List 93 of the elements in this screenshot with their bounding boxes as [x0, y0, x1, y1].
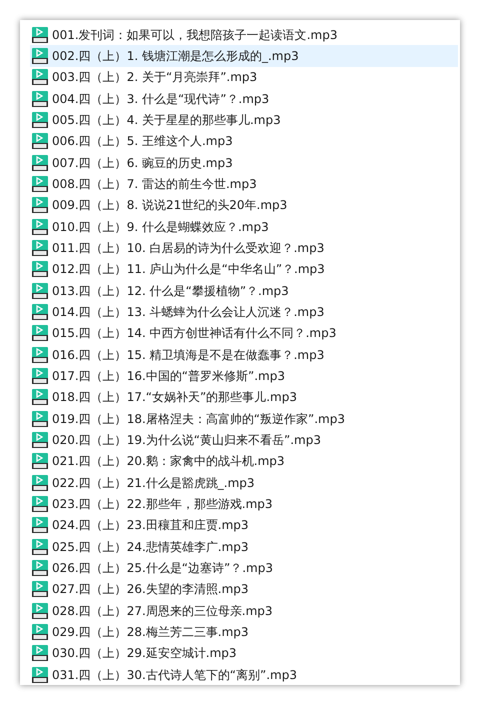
file-row[interactable]: 023.四（上）22.那些年，那些游戏.mp3 [30, 493, 458, 515]
file-name: 003.四（上）2. 关于“月亮崇拜”.mp3 [52, 71, 258, 84]
audio-file-icon [32, 560, 48, 576]
file-name: 021.四（上）20.鹅：家禽中的战斗机.mp3 [52, 455, 285, 468]
file-row[interactable]: 013.四（上）12. 什么是“攀援植物”？.mp3 [30, 280, 458, 302]
file-name: 007.四（上）6. 豌豆的历史.mp3 [52, 156, 233, 169]
file-row[interactable]: 022.四（上）21.什么是豁虎跳_.mp3 [30, 472, 458, 494]
audio-file-icon [32, 453, 48, 470]
file-row[interactable]: 016.四（上）15. 精卫填海是不是在做蠢事？.mp3 [30, 344, 458, 366]
file-name: 008.四（上）7. 雷达的前生今世.mp3 [52, 178, 257, 190]
audio-file-icon [32, 410, 48, 427]
file-name: 005.四（上）4. 关于星星的那些事儿.mp3 [52, 114, 281, 126]
audio-file-icon [32, 133, 48, 150]
audio-file-icon [32, 90, 48, 107]
file-name: 001.发刊词：如果可以，我想陪孩子一起读语文.mp3 [52, 28, 338, 41]
audio-file-icon [32, 282, 48, 299]
file-name: 031.四（上）30.古代诗人笔下的“离别”.mp3 [52, 668, 297, 680]
audio-file-icon [32, 645, 48, 662]
audio-file-icon [32, 69, 48, 86]
file-row[interactable]: 007.四（上）6. 豌豆的历史.mp3 [30, 152, 458, 174]
audio-file-icon [32, 304, 48, 320]
audio-file-icon [32, 154, 48, 171]
file-name: 016.四（上）15. 精卫填海是不是在做蠢事？.mp3 [52, 348, 324, 361]
file-name: 026.四（上）25.什么是“边塞诗”？.mp3 [52, 562, 273, 574]
file-row[interactable]: 005.四（上）4. 关于星星的那些事儿.mp3 [30, 109, 458, 131]
audio-file-icon [32, 26, 48, 43]
file-row[interactable]: 004.四（上）3. 什么是“现代诗”？.mp3 [30, 88, 458, 110]
file-row[interactable]: 006.四（上）5. 王维这个人.mp3 [30, 130, 458, 152]
file-row[interactable]: 024.四（上）23.田穰苴和庄贾.mp3 [30, 514, 458, 536]
file-row[interactable]: 020.四（上）19.为什么说“黄山归来不看岳”.mp3 [30, 429, 458, 451]
file-name: 017.四（上）16.中国的“普罗米修斯”.mp3 [52, 370, 285, 382]
file-name: 009.四（上）8. 说说21世纪的头20年.mp3 [52, 199, 288, 212]
file-row[interactable]: 029.四（上）28.梅兰芳二三事.mp3 [30, 621, 458, 643]
file-name: 027.四（上）26.失望的李清照.mp3 [52, 583, 249, 596]
audio-file-icon [32, 48, 48, 64]
file-name: 014.四（上）13. 斗蟋蟀为什么会让人沉迷？.mp3 [52, 306, 324, 318]
audio-file-icon [32, 112, 48, 128]
file-name: 004.四（上）3. 什么是“现代诗”？.mp3 [52, 92, 270, 105]
file-row[interactable]: 025.四（上）24.悲情英雄李广.mp3 [30, 536, 458, 558]
file-name: 011.四（上）10. 白居易的诗为什么受欢迎？.mp3 [52, 242, 324, 254]
file-name: 010.四（上）9. 什么是蝴蝶效应？.mp3 [52, 220, 269, 233]
file-row[interactable]: 001.发刊词：如果可以，我想陪孩子一起读语文.mp3 [30, 24, 458, 46]
file-row[interactable]: 031.四（上）30.古代诗人笔下的“离别”.mp3 [30, 664, 458, 686]
audio-file-icon [32, 240, 48, 256]
audio-file-icon [32, 538, 48, 555]
audio-file-icon [32, 325, 48, 342]
file-name: 018.四（上）17.“女娲补天”的那些事儿.mp3 [52, 391, 297, 404]
file-row[interactable]: 014.四（上）13. 斗蟋蟀为什么会让人沉迷？.mp3 [30, 301, 458, 323]
audio-file-icon [32, 368, 48, 384]
file-row[interactable]: 011.四（上）10. 白居易的诗为什么受欢迎？.mp3 [30, 237, 458, 259]
audio-file-icon [32, 261, 48, 278]
file-name: 025.四（上）24.悲情英雄李广.mp3 [52, 540, 249, 553]
file-name: 002.四（上）1. 钱塘江潮是怎么形成的_.mp3 [52, 50, 299, 62]
file-name: 029.四（上）28.梅兰芳二三事.mp3 [52, 626, 249, 638]
file-row[interactable]: 026.四（上）25.什么是“边塞诗”？.mp3 [30, 557, 458, 579]
file-name: 006.四（上）5. 王维这个人.mp3 [52, 135, 233, 148]
file-row[interactable]: 002.四（上）1. 钱塘江潮是怎么形成的_.mp3 [30, 45, 458, 67]
file-name: 023.四（上）22.那些年，那些游戏.mp3 [52, 498, 273, 510]
audio-file-icon [32, 666, 48, 682]
file-name: 013.四（上）12. 什么是“攀援植物”？.mp3 [52, 284, 289, 297]
audio-file-icon [32, 218, 48, 235]
audio-file-icon [32, 517, 48, 534]
file-name: 028.四（上）27.周恩来的三位母亲.mp3 [52, 604, 273, 617]
file-row[interactable]: 021.四（上）20.鹅：家禽中的战斗机.mp3 [30, 450, 458, 472]
file-name: 012.四（上）11. 庐山为什么是“中华名山”？.mp3 [52, 263, 325, 276]
audio-file-icon [32, 346, 48, 363]
file-row[interactable]: 030.四（上）29.延安空城计.mp3 [30, 642, 458, 664]
audio-file-icon [32, 496, 48, 512]
file-row[interactable]: 018.四（上）17.“女娲补天”的那些事儿.mp3 [30, 386, 458, 408]
file-row[interactable]: 028.四（上）27.周恩来的三位母亲.mp3 [30, 600, 458, 622]
audio-file-icon [32, 197, 48, 214]
file-row[interactable]: 019.四（上）18.屠格涅夫：高富帅的“叛逆作家”.mp3 [30, 408, 458, 430]
audio-file-icon [32, 624, 48, 640]
audio-file-icon [32, 602, 48, 619]
audio-file-icon [32, 176, 48, 192]
file-name: 019.四（上）18.屠格涅夫：高富帅的“叛逆作家”.mp3 [52, 412, 345, 425]
file-row[interactable]: 012.四（上）11. 庐山为什么是“中华名山”？.mp3 [30, 258, 458, 280]
file-row[interactable]: 008.四（上）7. 雷达的前生今世.mp3 [30, 173, 458, 195]
file-name: 022.四（上）21.什么是豁虎跳_.mp3 [52, 476, 255, 489]
file-name: 030.四（上）29.延安空城计.mp3 [52, 647, 237, 660]
file-row[interactable]: 003.四（上）2. 关于“月亮崇拜”.mp3 [30, 66, 458, 88]
file-row[interactable]: 017.四（上）16.中国的“普罗米修斯”.mp3 [30, 365, 458, 387]
file-name: 024.四（上）23.田穰苴和庄贾.mp3 [52, 519, 249, 532]
file-row[interactable]: 015.四（上）14. 中西方创世神话有什么不同？.mp3 [30, 322, 458, 344]
audio-file-icon [32, 432, 48, 448]
file-row[interactable]: 009.四（上）8. 说说21世纪的头20年.mp3 [30, 194, 458, 216]
audio-file-icon [32, 389, 48, 406]
file-name: 015.四（上）14. 中西方创世神话有什么不同？.mp3 [52, 327, 336, 340]
audio-file-icon [32, 474, 48, 491]
file-row[interactable]: 027.四（上）26.失望的李清照.mp3 [30, 578, 458, 600]
audio-file-icon [32, 581, 48, 598]
file-name: 020.四（上）19.为什么说“黄山归来不看岳”.mp3 [52, 434, 321, 446]
file-row[interactable]: 010.四（上）9. 什么是蝴蝶效应？.mp3 [30, 216, 458, 238]
